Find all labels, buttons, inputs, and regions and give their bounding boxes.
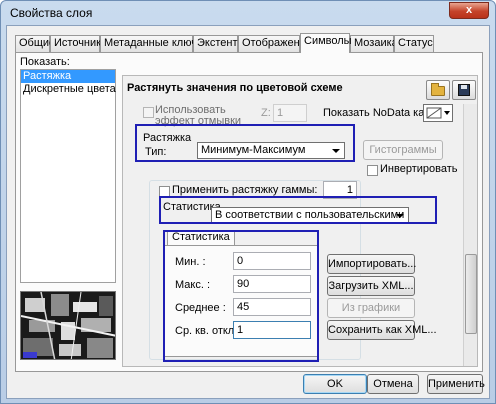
statistics-highlight-box (159, 196, 437, 224)
save-xml-button[interactable]: Сохранить как XML... (327, 320, 437, 340)
gamma-label: Применить растяжку гаммы: (172, 184, 318, 196)
invert-label: Инвертировать (380, 163, 458, 175)
nodata-swatch-icon (426, 107, 450, 119)
histograms-button[interactable]: Гистограммы (363, 140, 443, 160)
stretch-settings-area: Растянуть значения по цветовой схеме Исп… (122, 75, 478, 367)
tab-source[interactable]: Источник (50, 35, 101, 52)
tab-display[interactable]: Отображение (238, 35, 312, 52)
close-button[interactable]: x (449, 2, 489, 19)
stretch-content: Использовать эффект отмывки Z: 1 Показат… (123, 104, 463, 366)
title-bar[interactable]: Свойства слоя x (1, 1, 495, 25)
import-button[interactable]: Импортировать... (327, 254, 416, 274)
cancel-button[interactable]: Отмена (367, 374, 419, 394)
nodata-label: Показать NoData как (323, 107, 430, 119)
list-item-stretched[interactable]: Растяжка (21, 70, 115, 83)
apply-button[interactable]: Применить (427, 374, 485, 394)
window-title: Свойства слоя (10, 6, 93, 20)
symbology-panel: Показать: Растяжка Дискретные цвета Раст… (15, 52, 483, 372)
invert-checkbox[interactable] (367, 165, 378, 176)
tab-symbology[interactable]: Символы (300, 33, 352, 53)
hillshade-checkbox[interactable] (143, 107, 154, 118)
stretch-highlight-box (135, 124, 355, 162)
tab-key-metadata[interactable]: Метаданные ключа (100, 35, 203, 52)
list-item-discrete-colors[interactable]: Дискретные цвета (21, 83, 116, 96)
dialog-client: Общие Источник Метаданные ключа Экстент … (6, 25, 490, 399)
tab-status[interactable]: Статус (394, 35, 434, 52)
folder-icon (431, 83, 445, 96)
from-graph-button[interactable]: Из графики (327, 298, 415, 318)
statistics-values-highlight-box (163, 230, 319, 362)
renderer-header: Растянуть значения по цветовой схеме (123, 76, 477, 104)
nodata-color-picker[interactable] (423, 104, 453, 122)
tab-mosaic[interactable]: Мозаика (350, 35, 398, 52)
tab-general[interactable]: Общие (15, 35, 55, 52)
renderer-list[interactable]: Растяжка Дискретные цвета (20, 69, 116, 283)
raster-preview-graphic (21, 292, 115, 359)
tab-extent[interactable]: Экстент (193, 35, 238, 52)
z-label: Z: (261, 107, 271, 119)
open-button[interactable] (426, 80, 450, 100)
vertical-scrollbar[interactable] (463, 104, 477, 366)
save-icon (458, 84, 470, 96)
ok-button[interactable]: OK (303, 374, 367, 394)
z-factor-input[interactable]: 1 (273, 104, 307, 122)
raster-preview-image (20, 291, 116, 360)
scrollbar-thumb[interactable] (465, 254, 477, 334)
show-label: Показать: (20, 56, 70, 68)
load-xml-button[interactable]: Загрузить XML... (327, 276, 415, 296)
close-icon: x (465, 4, 473, 16)
layer-properties-window: Свойства слоя x Общие Источник Метаданны… (0, 0, 496, 404)
renderer-title: Растянуть значения по цветовой схеме (127, 82, 343, 94)
save-button[interactable] (452, 80, 476, 100)
